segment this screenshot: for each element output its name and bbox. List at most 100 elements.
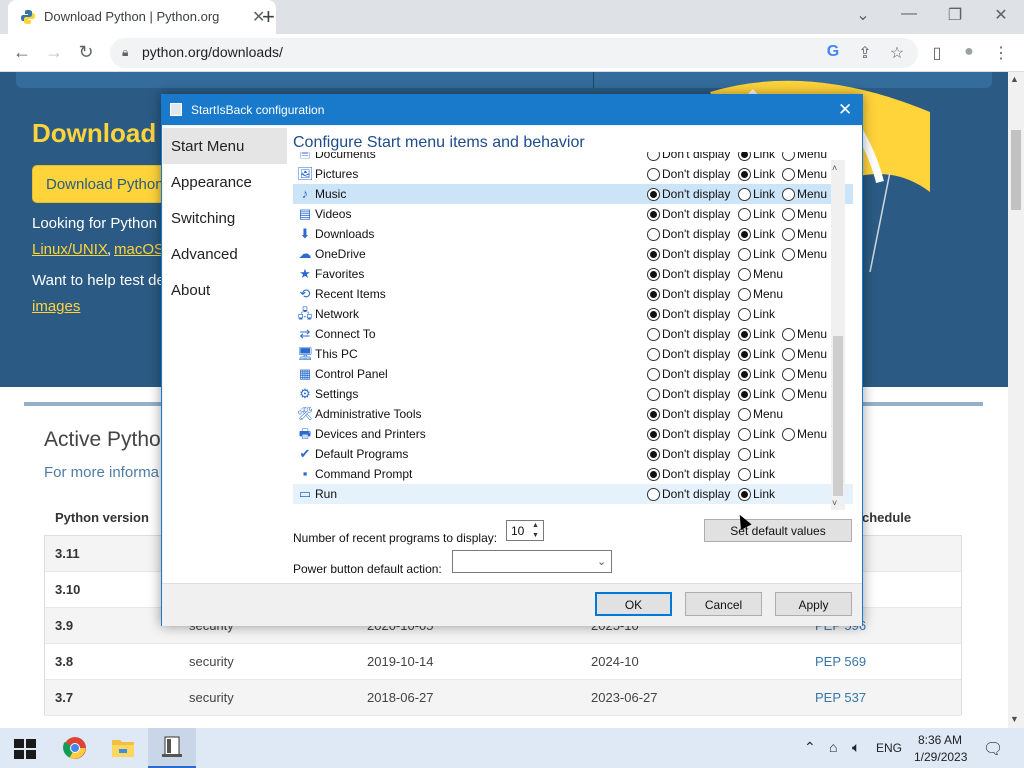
pep-link[interactable]: PEP 537 — [815, 690, 866, 705]
spin-up-icon[interactable]: ▲ — [532, 522, 539, 529]
radio-dont[interactable]: Don't display — [647, 367, 730, 381]
radio-link[interactable]: Link — [738, 307, 775, 321]
list-item[interactable]: ♪ Music Don't display Link Menu — [293, 184, 853, 204]
linux-unix-link[interactable]: Linux/UNIX — [32, 241, 108, 258]
bookmark-star-icon[interactable]: ☆ — [887, 43, 907, 63]
radio-dont[interactable]: Don't display — [647, 267, 730, 281]
list-item[interactable]: 🖶 Devices and Printers Don't display Link Me… — [293, 424, 853, 444]
radio-dont[interactable]: Don't display — [647, 227, 730, 241]
radio-link[interactable]: Link — [738, 152, 775, 161]
profile-icon[interactable]: ● — [959, 43, 979, 61]
list-item[interactable]: ⬇ Downloads Don't display Link Menu — [293, 224, 853, 244]
tab-search-icon[interactable]: ⌄ — [853, 5, 873, 25]
menu-items-list[interactable]: 🗎 Documents Don't display Link Menu 🖼 Pictures… — [293, 152, 853, 508]
radio-link[interactable]: Link — [738, 207, 775, 221]
radio-menu[interactable]: Menu — [782, 227, 827, 241]
radio-dont[interactable]: Don't display — [647, 187, 730, 201]
radio-dont[interactable]: Don't display — [647, 407, 730, 421]
radio-dont[interactable]: Don't display — [647, 247, 730, 261]
radio-menu[interactable]: Menu — [782, 387, 827, 401]
google-lens-icon[interactable]: G — [823, 43, 843, 61]
power-action-select[interactable]: ⌄ — [452, 550, 612, 573]
scroll-up-icon[interactable]: ▲ — [1010, 74, 1019, 84]
list-scroll-up-icon[interactable]: ˄ — [832, 163, 837, 173]
browser-menu-icon[interactable]: ⋮ — [991, 43, 1011, 63]
sidebar-item-about[interactable]: About — [163, 272, 287, 308]
list-item[interactable]: ▦ Control Panel Don't display Link Menu — [293, 364, 853, 384]
radio-menu[interactable]: Menu — [782, 167, 827, 181]
radio-dont[interactable]: Don't display — [647, 487, 730, 501]
list-item[interactable]: 🖧 Network Don't display Link — [293, 304, 853, 324]
forward-icon[interactable]: → — [43, 42, 65, 63]
radio-link[interactable]: Link — [738, 227, 775, 241]
radio-menu[interactable]: Menu — [782, 367, 827, 381]
new-tab-icon[interactable]: + — [262, 4, 275, 30]
radio-link[interactable]: Link — [738, 487, 775, 501]
window-close-icon[interactable]: ✕ — [991, 5, 1011, 25]
apply-button[interactable]: Apply — [775, 592, 852, 616]
images-link[interactable]: images — [32, 298, 80, 315]
radio-dont[interactable]: Don't display — [647, 152, 730, 161]
radio-menu[interactable]: Menu — [782, 187, 827, 201]
list-item[interactable]: ▤ Videos Don't display Link Menu — [293, 204, 853, 224]
list-item[interactable]: 🖼 Pictures Don't display Link Menu — [293, 164, 853, 184]
radio-menu[interactable]: Menu — [782, 347, 827, 361]
radio-dont[interactable]: Don't display — [647, 207, 730, 221]
radio-menu[interactable]: Menu — [782, 427, 827, 441]
radio-menu[interactable]: Menu — [738, 407, 783, 421]
list-item[interactable]: ⟲ Recent Items Don't display Menu — [293, 284, 853, 304]
show-hidden-icons-icon[interactable]: ⌃ — [804, 739, 816, 756]
list-item[interactable]: ☁ OneDrive Don't display Link Menu — [293, 244, 853, 264]
list-item[interactable]: ⇄ Connect To Don't display Link Menu — [293, 324, 853, 344]
sidebar-item-start-menu[interactable]: Start Menu — [163, 128, 287, 164]
list-item[interactable]: ▭ Run Don't display Link — [293, 484, 853, 504]
macos-link[interactable]: macOS — [114, 241, 164, 258]
list-item[interactable]: ✔ Default Programs Don't display Link — [293, 444, 853, 464]
clock-date[interactable]: 1/29/2023 — [914, 750, 967, 764]
radio-menu[interactable]: Menu — [782, 152, 827, 161]
lock-icon[interactable]: 🔒︎ — [122, 45, 128, 60]
radio-dont[interactable]: Don't display — [647, 447, 730, 461]
radio-dont[interactable]: Don't display — [647, 327, 730, 341]
volume-icon[interactable]: 🔈︎ — [852, 739, 860, 756]
radio-link[interactable]: Link — [738, 187, 775, 201]
network-icon[interactable]: ⌂ — [829, 739, 837, 755]
sidebar-item-switching[interactable]: Switching — [163, 200, 287, 236]
radio-menu[interactable]: Menu — [782, 207, 827, 221]
radio-dont[interactable]: Don't display — [647, 427, 730, 441]
scroll-down-icon[interactable]: ▼ — [1010, 714, 1019, 724]
radio-link[interactable]: Link — [738, 427, 775, 441]
windows-start-icon[interactable] — [14, 739, 36, 759]
radio-link[interactable]: Link — [738, 367, 775, 381]
download-python-button[interactable]: Download Python — [32, 165, 172, 203]
sidebar-item-appearance[interactable]: Appearance — [163, 164, 287, 200]
pep-link[interactable]: PEP 569 — [815, 654, 866, 669]
radio-link[interactable]: Link — [738, 467, 775, 481]
dialog-close-icon[interactable]: ✕ — [838, 100, 852, 120]
set-default-values-button[interactable]: Set default values — [704, 519, 852, 542]
list-scroll-down-icon[interactable]: ˅ — [832, 498, 837, 508]
language-indicator[interactable]: ENG — [876, 741, 902, 755]
side-panel-icon[interactable]: ▯ — [927, 43, 947, 63]
url-text[interactable]: python.org/downloads/ — [142, 44, 283, 60]
file-explorer-taskbar-icon[interactable] — [99, 728, 147, 768]
radio-link[interactable]: Link — [738, 447, 775, 461]
restore-icon[interactable]: ❐ — [945, 5, 965, 25]
radio-link[interactable]: Link — [738, 167, 775, 181]
list-item[interactable]: ★ Favorites Don't display Menu — [293, 264, 853, 284]
sidebar-item-advanced[interactable]: Advanced — [163, 236, 287, 272]
list-item[interactable]: 🖥 This PC Don't display Link Menu — [293, 344, 853, 364]
clock-time[interactable]: 8:36 AM — [918, 733, 962, 747]
radio-dont[interactable]: Don't display — [647, 387, 730, 401]
startisback-taskbar-icon[interactable] — [148, 728, 196, 768]
spin-down-icon[interactable]: ▼ — [532, 532, 539, 539]
radio-menu[interactable]: Menu — [738, 267, 783, 281]
radio-menu[interactable]: Menu — [782, 327, 827, 341]
radio-link[interactable]: Link — [738, 247, 775, 261]
chrome-taskbar-icon[interactable] — [51, 728, 99, 768]
notification-center-icon[interactable]: 🗨︎ — [983, 739, 1003, 759]
radio-dont[interactable]: Don't display — [647, 347, 730, 361]
radio-menu[interactable]: Menu — [782, 247, 827, 261]
list-scrollbar-thumb[interactable] — [833, 336, 843, 496]
page-scrollbar-thumb[interactable] — [1011, 130, 1021, 210]
